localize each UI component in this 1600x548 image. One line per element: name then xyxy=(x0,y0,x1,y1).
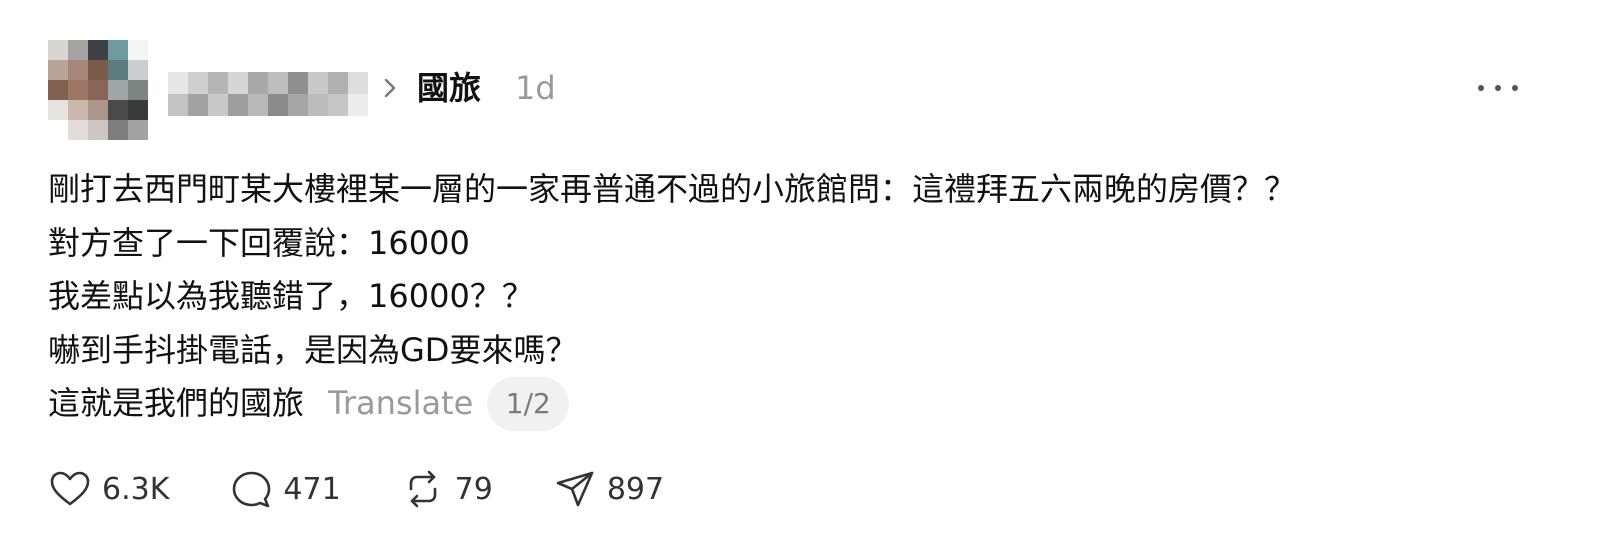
post-line: 嚇到手抖掛電話，是因為GD要來嗎？ xyxy=(48,330,578,369)
repost-button[interactable]: 79 xyxy=(401,467,493,511)
translate-link[interactable]: Translate xyxy=(328,377,473,431)
action-bar: 6.3K 471 79 897 xyxy=(48,466,724,512)
like-count: 6.3K xyxy=(102,471,170,507)
comment-icon xyxy=(233,471,271,508)
heart-icon xyxy=(50,471,90,506)
reply-count: 471 xyxy=(283,471,341,507)
more-icon[interactable] xyxy=(1478,74,1518,102)
chevron-right-icon xyxy=(384,78,396,98)
post-line: 我差點以為我聽錯了，16000？？ xyxy=(48,277,534,315)
post-line: 這就是我們的國旅 xyxy=(48,384,305,422)
post-body: 剛打去西門町某大樓裡某一層的一家再普通不過的小旅館問：這禮拜五六兩晚的房價？？ … xyxy=(48,163,1578,431)
page-indicator-badge[interactable]: 1/2 xyxy=(487,376,570,431)
like-button[interactable]: 6.3K xyxy=(48,467,169,511)
send-icon xyxy=(556,471,594,507)
threads-post: 國旅 1d 剛打去西門町某大樓裡某一層的一家再普通不過的小旅館問：這禮拜五六兩晚… xyxy=(0,0,1600,548)
post-line: 剛打去西門町某大樓裡某一層的一家再普通不過的小旅館問：這禮拜五六兩晚的房價？？ xyxy=(48,170,1297,208)
post-time: 1d xyxy=(515,69,556,107)
share-count: 897 xyxy=(606,471,665,507)
username-blurred[interactable] xyxy=(168,72,368,116)
avatar[interactable] xyxy=(48,40,148,140)
community-name[interactable]: 國旅 xyxy=(417,66,481,110)
reply-button[interactable]: 471 xyxy=(229,467,341,511)
share-button[interactable]: 897 xyxy=(553,467,664,511)
repost-count: 79 xyxy=(454,471,493,507)
post-last-line: 這就是我們的國旅 Translate 1/2 xyxy=(48,376,1578,431)
post-line: 對方查了一下回覆說：16000 xyxy=(48,223,470,262)
repost-icon xyxy=(409,470,436,508)
